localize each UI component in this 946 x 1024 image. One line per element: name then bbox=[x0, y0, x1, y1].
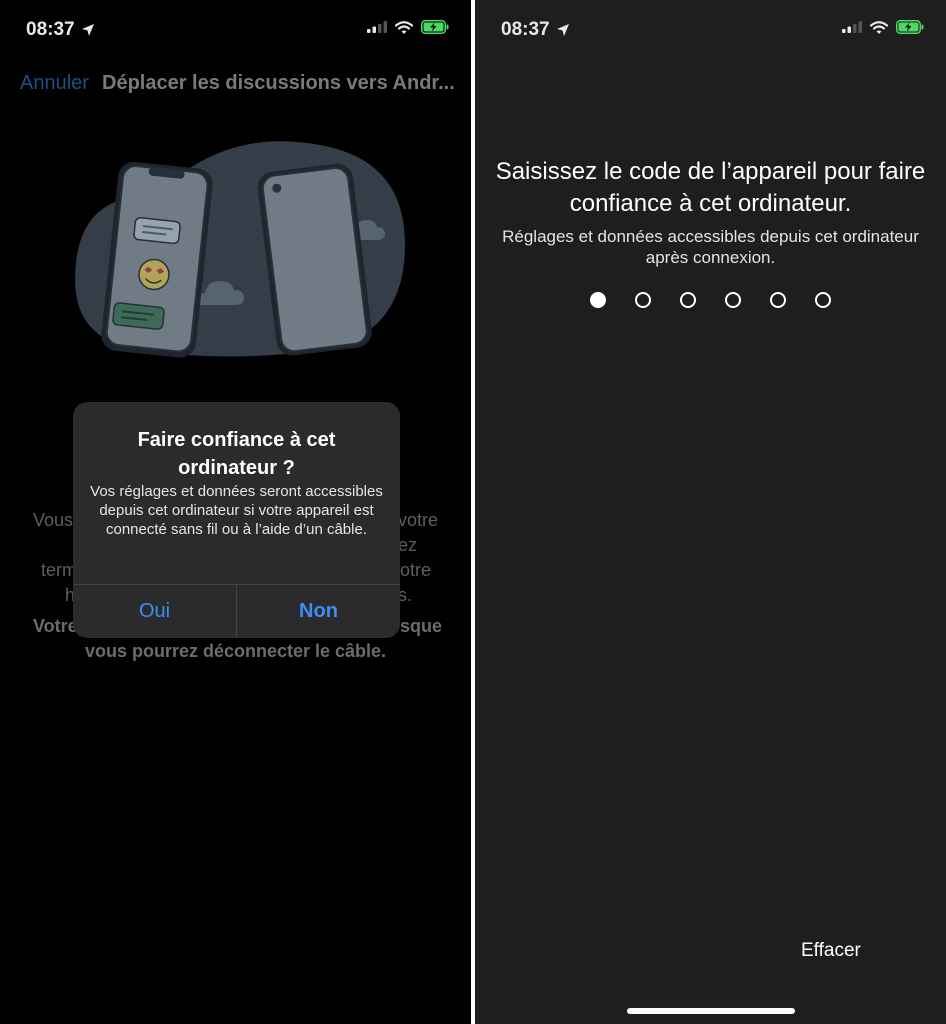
bg-line1-start: Vous bbox=[33, 510, 74, 530]
cancel-button[interactable]: Annuler bbox=[20, 72, 89, 95]
navigation-bar: Annuler Déplacer les discussions vers An… bbox=[0, 70, 471, 100]
status-bar: 08:37 bbox=[0, 0, 471, 60]
time-label-right: 08:37 bbox=[501, 19, 550, 40]
bg-bold-line2: vous pourrez déconnecter le câble. bbox=[84, 641, 387, 661]
left-phone bbox=[101, 161, 213, 358]
wifi-icon bbox=[395, 20, 413, 34]
home-indicator[interactable] bbox=[627, 1008, 795, 1014]
status-time: 08:37 bbox=[26, 19, 95, 41]
battery-charging-icon bbox=[421, 20, 449, 34]
bg-bold-line1-start: Votre bbox=[33, 616, 78, 636]
bg-bold-line1-end: sque bbox=[400, 616, 443, 636]
right-screen: 08:37 Saisissez le code de l’appareil po… bbox=[475, 0, 946, 1024]
alert-message: Vos réglages et données seront accessibl… bbox=[90, 483, 383, 538]
passcode-dot bbox=[680, 292, 696, 308]
alert-title: Faire confiance à cet ordinateur ? bbox=[137, 429, 336, 479]
nav-title: Déplacer les discussions vers Andr... bbox=[102, 72, 455, 94]
bg-line3-start: term bbox=[41, 560, 77, 580]
passcode-dot bbox=[590, 292, 606, 308]
alert-buttons: Oui Non bbox=[73, 584, 400, 638]
phones-transfer-illustration bbox=[75, 141, 405, 358]
passcode-subtitle: Réglages et données accessibles depuis c… bbox=[502, 227, 919, 267]
left-screen: 08:37 Annuler Déplacer les discussions v… bbox=[0, 0, 471, 1024]
status-time-right: 08:37 bbox=[501, 19, 570, 41]
battery-charging-icon bbox=[896, 20, 924, 34]
cellular-signal-icon bbox=[842, 21, 862, 33]
bg-line3-end: otre bbox=[400, 560, 432, 580]
location-arrow-icon bbox=[556, 24, 569, 36]
status-bar-right: 08:37 bbox=[475, 0, 946, 60]
passcode-dot bbox=[770, 292, 786, 308]
cellular-signal-icon bbox=[367, 21, 387, 33]
passcode-dots bbox=[475, 292, 946, 308]
trust-no-button[interactable]: Non bbox=[236, 585, 400, 638]
bg-line1-end: votre bbox=[398, 510, 439, 530]
location-arrow-icon bbox=[81, 24, 94, 36]
clear-button[interactable]: Effacer bbox=[801, 940, 861, 962]
trust-yes-button[interactable]: Oui bbox=[73, 585, 236, 638]
trust-computer-alert: Faire confiance à cet ordinateur ? Vos r… bbox=[73, 402, 400, 638]
wifi-icon bbox=[870, 20, 888, 34]
passcode-dot bbox=[635, 292, 651, 308]
time-label: 08:37 bbox=[26, 19, 75, 40]
passcode-title: Saisissez le code de l’appareil pour fai… bbox=[495, 158, 926, 217]
passcode-dot bbox=[815, 292, 831, 308]
passcode-dot bbox=[725, 292, 741, 308]
status-icons bbox=[367, 20, 449, 34]
bg-line4-end: s. bbox=[398, 585, 413, 605]
status-icons-right bbox=[842, 20, 924, 34]
bg-line2-end: ez bbox=[398, 535, 418, 555]
